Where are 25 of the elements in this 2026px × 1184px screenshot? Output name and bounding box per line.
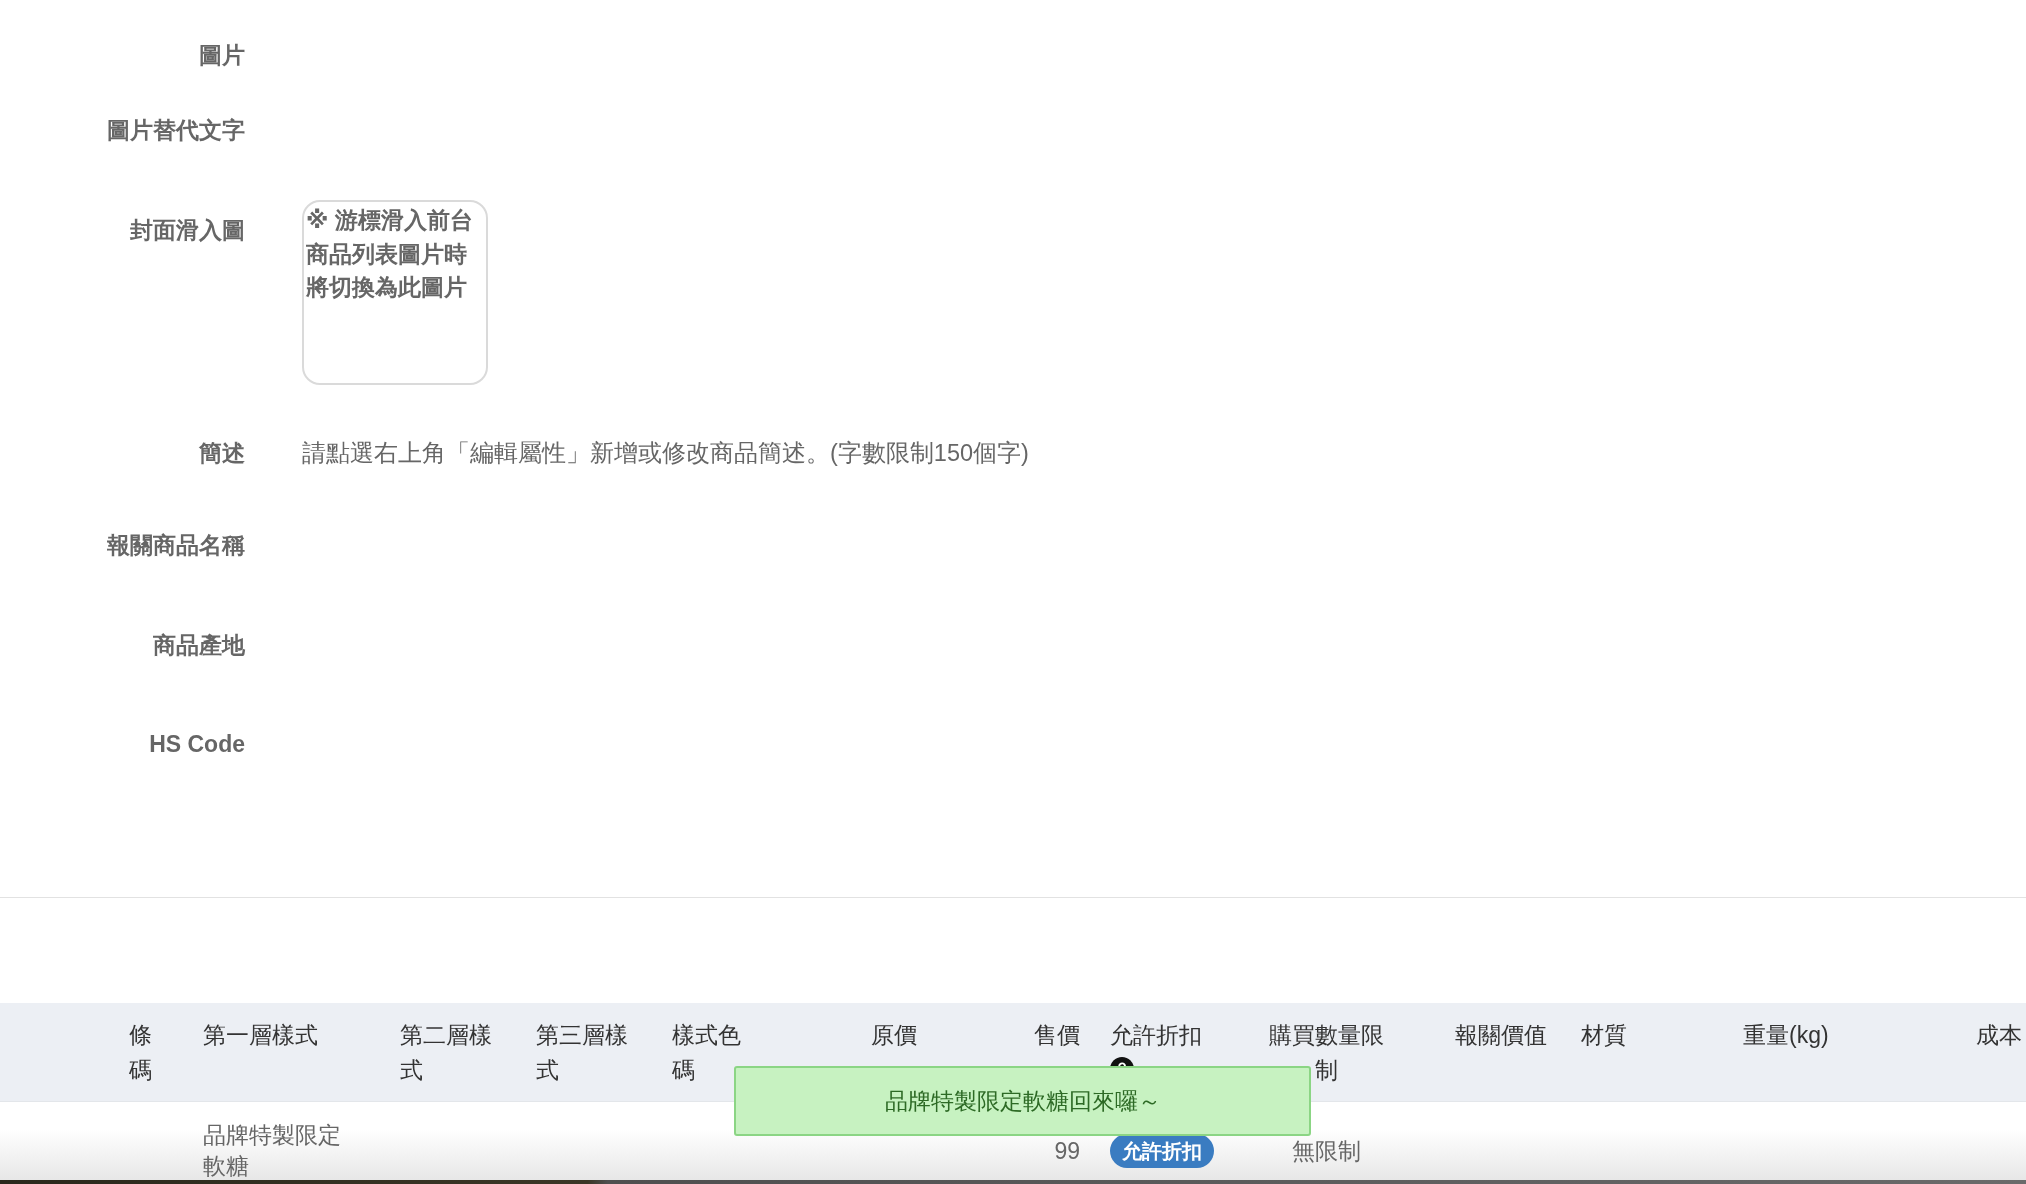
- column-header: 第二層樣式: [400, 1021, 493, 1085]
- column-header: 售價: [1034, 1021, 1080, 1050]
- field-label: 簡述: [199, 439, 245, 468]
- field-label: 圖片替代文字: [107, 116, 245, 145]
- column-header: 允許折扣: [1110, 1021, 1202, 1050]
- column-header: 材質: [1581, 1021, 1627, 1050]
- table-cell-text: 品牌特製限定軟糖: [203, 1121, 342, 1181]
- column-header: 第三層樣式: [536, 1021, 629, 1085]
- field-label: 商品產地: [153, 631, 245, 660]
- column-header: 條碼: [129, 1021, 153, 1085]
- table-cell-text: 99: [1054, 1136, 1080, 1166]
- image-upload-box[interactable]: ※ 游標滑入前台商品列表圖片時將切換為此圖片: [302, 200, 488, 385]
- column-header: 報關價值: [1455, 1021, 1547, 1050]
- field-label: 封面滑入圖: [130, 216, 245, 245]
- column-header: 第一層樣式: [203, 1021, 318, 1050]
- field-label: HS Code: [149, 730, 245, 759]
- column-header: 成本: [1976, 1021, 2022, 1050]
- discount-pill: 允許折扣: [1110, 1134, 1214, 1168]
- field-label: 報關商品名稱: [107, 531, 245, 560]
- column-header: 重量(kg): [1743, 1021, 1829, 1050]
- field-label: 圖片: [199, 41, 245, 70]
- column-header: 原價: [871, 1021, 917, 1050]
- toast-message: 品牌特製限定軟糖回來囉～: [734, 1066, 1311, 1136]
- table-cell-text: 無限制: [1291, 1136, 1361, 1166]
- description-text: 請點選右上角「編輯屬性」新增或修改商品簡述。(字數限制150個字): [302, 439, 1029, 468]
